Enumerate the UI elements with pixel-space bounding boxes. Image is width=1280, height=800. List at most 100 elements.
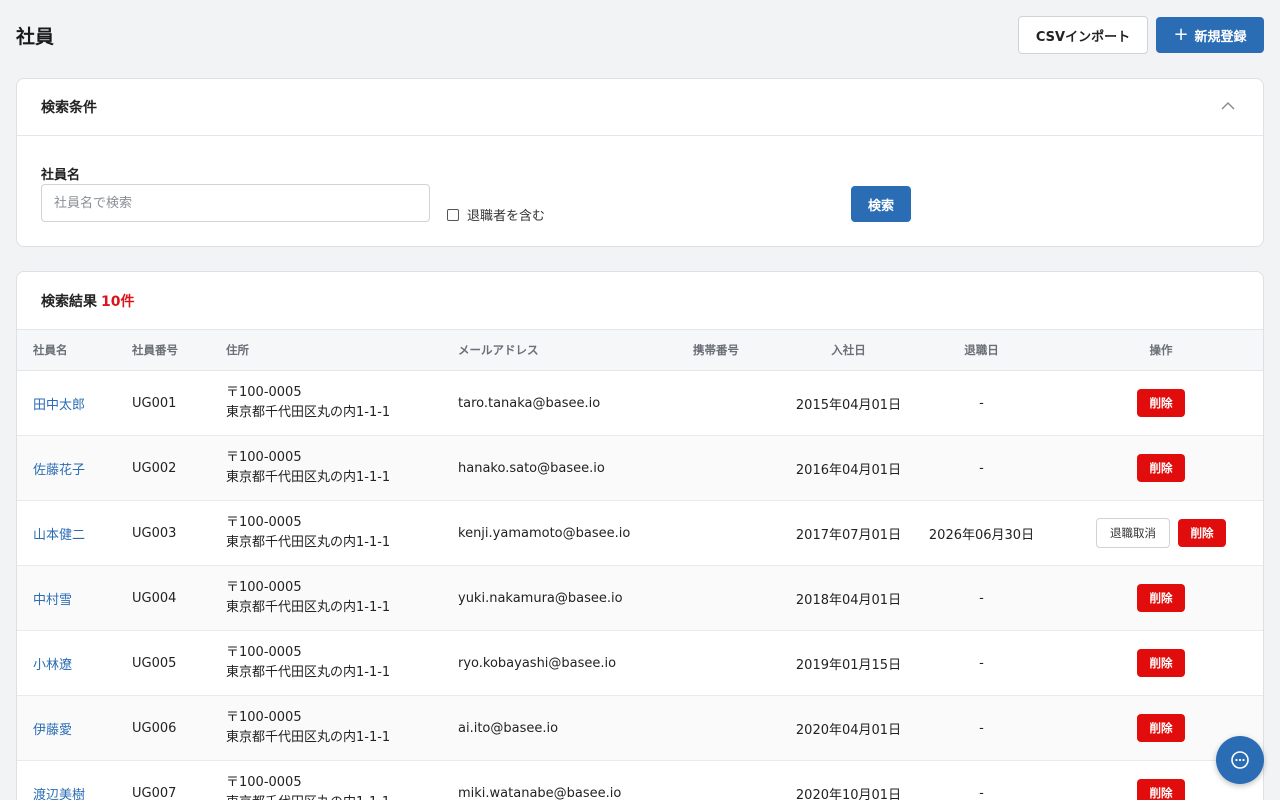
cell-address: 〒100-0005 東京都千代田区丸の内1-1-1 <box>226 631 458 696</box>
new-register-label: 新規登録 <box>1194 29 1247 45</box>
table-row: 伊藤愛 UG006 〒100-0005 東京都千代田区丸の内1-1-1 ai.ito@b… <box>17 695 1263 761</box>
actions-group: 削除 <box>1059 584 1263 612</box>
zip-code: 〒100-0005 <box>226 645 302 660</box>
cell-email: hanako.sato@basee.io <box>458 460 605 476</box>
table-row: 小林遼 UG005 〒100-0005 東京都千代田区丸の内1-1-1 ryo.koba… <box>17 631 1263 696</box>
actions-group: 削除 <box>1059 649 1263 677</box>
cell-email: taro.tanaka@basee.io <box>458 395 601 411</box>
cell-join-date: 2018年04月01日 <box>795 592 902 608</box>
zip-code: 〒100-0005 <box>226 450 302 465</box>
cell-join-date: 2019年01月15日 <box>795 657 902 673</box>
cell-retire-date: - <box>979 460 984 476</box>
search-panel-title: 検索条件 <box>41 100 97 116</box>
cell-retire-date: - <box>979 720 984 736</box>
delete-button[interactable]: 削除 <box>1137 454 1185 482</box>
delete-button[interactable]: 削除 <box>1137 779 1185 800</box>
cancel-retire-button[interactable]: 退職取消 <box>1096 518 1170 548</box>
chat-icon <box>1231 751 1249 769</box>
employee-name-input[interactable] <box>41 184 430 222</box>
cell-number: UG007 <box>132 785 177 800</box>
address-line: 東京都千代田区丸の内1-1-1 <box>226 730 391 745</box>
cell-number: UG005 <box>132 655 177 671</box>
cell-name: 中村雪 <box>17 566 132 631</box>
col-address[interactable]: 住所 <box>226 329 458 371</box>
employee-name-link[interactable]: 田中太郎 <box>33 398 85 413</box>
address-line: 東京都千代田区丸の内1-1-1 <box>226 665 391 680</box>
cell-mobile <box>693 761 793 800</box>
employee-name-link[interactable]: 佐藤花子 <box>33 463 85 478</box>
cell-retire-date: - <box>979 655 984 671</box>
search-button[interactable]: 検索 <box>851 186 911 222</box>
col-number[interactable]: 社員番号 <box>132 329 226 371</box>
include-retired-label: 退職者を含む <box>467 209 546 224</box>
search-panel: 検索条件 社員名 退職者を含む 検索 <box>16 78 1264 247</box>
employee-name-link[interactable]: 伊藤愛 <box>33 723 72 738</box>
zip-code: 〒100-0005 <box>226 580 302 595</box>
cell-address: 〒100-0005 東京都千代田区丸の内1-1-1 <box>226 566 458 631</box>
cell-email: ai.ito@basee.io <box>458 720 559 736</box>
col-name[interactable]: 社員名 <box>17 329 132 371</box>
results-header: 検索結果 10件 <box>17 272 1263 329</box>
actions-group: 削除 <box>1059 454 1263 482</box>
page-header: 社員 CSVインポート + 新規登録 <box>0 0 1280 70</box>
delete-button[interactable]: 削除 <box>1137 389 1185 417</box>
chat-button[interactable] <box>1216 736 1264 784</box>
table-row: 田中太郎 UG001 〒100-0005 東京都千代田区丸の内1-1-1 taro.ta… <box>17 371 1263 436</box>
cell-actions: 削除 <box>1059 566 1263 631</box>
cell-email: yuki.nakamura@basee.io <box>458 590 623 606</box>
delete-button[interactable]: 削除 <box>1137 714 1185 742</box>
cell-mobile <box>693 501 793 566</box>
col-join-date[interactable]: 入社日 <box>793 329 904 371</box>
cell-mobile <box>693 696 793 761</box>
employee-table: 社員名 社員番号 住所 メールアドレス 携帯番号 入社日 退職日 操作 田中太郎… <box>17 329 1263 800</box>
cell-number: UG003 <box>132 525 177 541</box>
cell-join-date: 2015年04月01日 <box>795 397 902 413</box>
cell-name: 渡辺美樹 <box>17 761 132 800</box>
chevron-up-icon[interactable] <box>1221 101 1235 111</box>
search-panel-header[interactable]: 検索条件 <box>17 79 1263 136</box>
cell-actions: 退職取消 削除 <box>1059 501 1263 566</box>
csv-import-button[interactable]: CSVインポート <box>1018 16 1148 54</box>
col-mobile[interactable]: 携帯番号 <box>693 329 793 371</box>
cell-number: UG002 <box>132 460 177 476</box>
zip-code: 〒100-0005 <box>226 515 302 530</box>
address-line: 東京都千代田区丸の内1-1-1 <box>226 405 391 420</box>
results-panel: 検索結果 10件 社員名 社員番号 住所 メールアドレス 携帯番号 入社日 退職… <box>16 271 1264 800</box>
col-retire-date[interactable]: 退職日 <box>904 329 1059 371</box>
col-actions: 操作 <box>1059 329 1263 371</box>
include-retired-checkbox[interactable]: 退職者を含む <box>447 205 545 224</box>
employee-name-link[interactable]: 渡辺美樹 <box>33 788 85 800</box>
table-row: 中村雪 UG004 〒100-0005 東京都千代田区丸の内1-1-1 yuki.nak… <box>17 565 1263 631</box>
cell-join-date: 2020年04月01日 <box>795 722 902 738</box>
cell-address: 〒100-0005 東京都千代田区丸の内1-1-1 <box>226 371 458 436</box>
cell-email: miki.watanabe@basee.io <box>458 785 622 800</box>
employee-name-link[interactable]: 山本健二 <box>33 528 85 543</box>
col-email[interactable]: メールアドレス <box>458 329 693 371</box>
actions-group: 削除 <box>1059 389 1263 417</box>
cell-join-date: 2016年04月01日 <box>795 462 902 478</box>
cell-actions: 削除 <box>1059 436 1263 501</box>
zip-code: 〒100-0005 <box>226 775 302 790</box>
cell-retire-date: - <box>979 395 984 411</box>
cell-name: 山本健二 <box>17 501 132 566</box>
cell-address: 〒100-0005 東京都千代田区丸の内1-1-1 <box>226 696 458 761</box>
employee-name-link[interactable]: 中村雪 <box>33 593 72 608</box>
actions-group: 退職取消 削除 <box>1059 518 1263 548</box>
delete-button[interactable]: 削除 <box>1137 584 1185 612</box>
cell-mobile <box>693 631 793 696</box>
cell-name: 伊藤愛 <box>17 696 132 761</box>
cell-address: 〒100-0005 東京都千代田区丸の内1-1-1 <box>226 501 458 566</box>
cell-email: ryo.kobayashi@basee.io <box>458 655 617 671</box>
cell-retire-date: 2026年06月30日 <box>928 527 1035 543</box>
cell-number: UG006 <box>132 720 177 736</box>
cell-retire-date: - <box>979 590 984 606</box>
new-register-button[interactable]: + 新規登録 <box>1156 17 1264 53</box>
cell-number: UG001 <box>132 395 177 411</box>
delete-button[interactable]: 削除 <box>1178 519 1226 547</box>
cell-join-date: 2020年10月01日 <box>795 787 902 800</box>
delete-button[interactable]: 削除 <box>1137 649 1185 677</box>
cell-number: UG004 <box>132 590 177 606</box>
employee-name-link[interactable]: 小林遼 <box>33 658 72 673</box>
cell-address: 〒100-0005 東京都千代田区丸の内1-1-1 <box>226 436 458 501</box>
checkbox-box[interactable] <box>447 208 459 221</box>
